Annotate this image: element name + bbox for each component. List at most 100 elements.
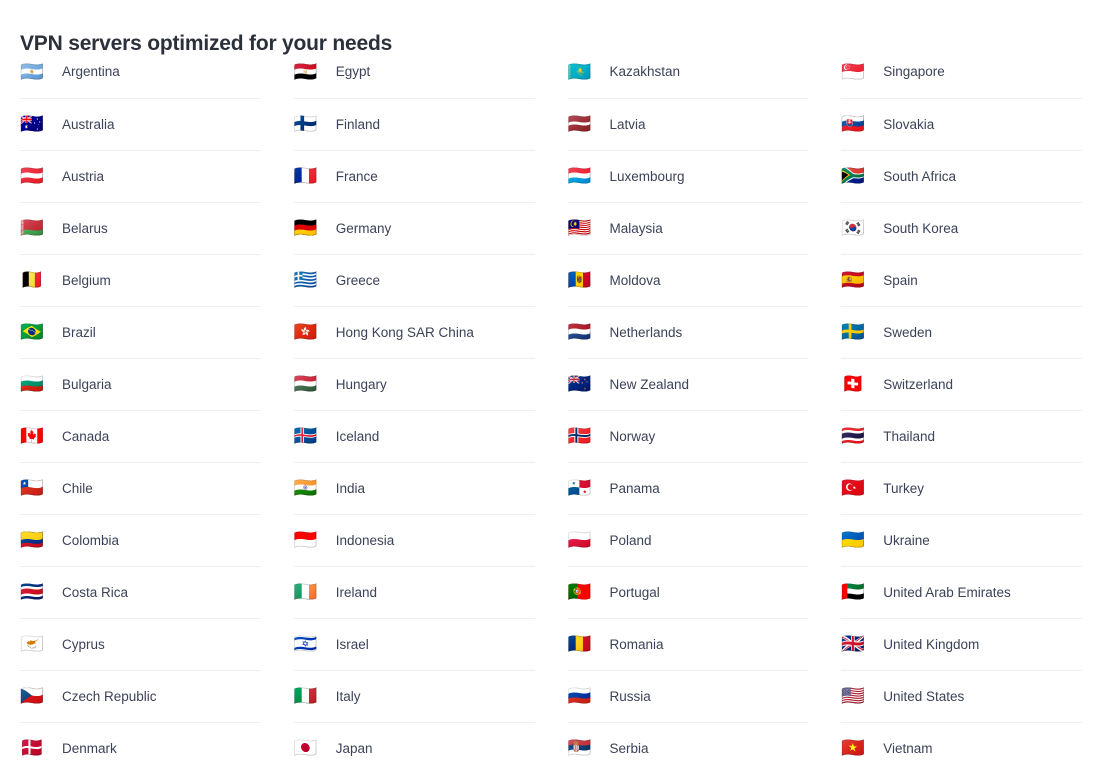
- server-location-row[interactable]: 🇲🇾 Malaysia: [567, 202, 809, 254]
- flag-austria-icon: 🇦🇹: [20, 165, 44, 187]
- server-location-row[interactable]: 🇺🇸 United States: [841, 670, 1082, 722]
- flag-slovakia-icon: 🇸🇰: [841, 113, 865, 135]
- flag-france-icon: 🇫🇷: [293, 165, 318, 187]
- server-location-row[interactable]: 🇯🇵 Japan: [293, 722, 535, 774]
- server-location-row[interactable]: 🇵🇦 Panama: [567, 462, 809, 514]
- server-location-row[interactable]: 🇮🇳 India: [293, 462, 535, 514]
- server-location-row[interactable]: 🇨🇴 Colombia: [20, 514, 261, 566]
- server-column: 🇪🇬 Egypt 🇫🇮 Finland 🇫🇷 France 🇩🇪 Germany 🇬🇷 Greec…: [274, 46, 548, 774]
- server-location-row[interactable]: 🇬🇧 United Kingdom: [841, 618, 1082, 670]
- flag-finland-icon: 🇫🇮: [293, 113, 318, 135]
- server-location-row[interactable]: 🇷🇸 Serbia: [567, 722, 809, 774]
- country-name-label: Cyprus: [62, 636, 105, 652]
- server-location-row[interactable]: 🇵🇱 Poland: [567, 514, 809, 566]
- server-location-row[interactable]: 🇫🇷 France: [293, 150, 535, 202]
- flag-israel-icon: 🇮🇱: [293, 633, 318, 655]
- country-name-label: United Kingdom: [883, 636, 980, 652]
- country-name-label: Czech Republic: [62, 688, 157, 704]
- flag-latvia-icon: 🇱🇻: [567, 113, 592, 135]
- country-name-label: Turkey: [883, 480, 925, 496]
- server-location-row[interactable]: 🇹🇷 Turkey: [841, 462, 1082, 514]
- server-location-row[interactable]: 🇷🇴 Romania: [567, 618, 809, 670]
- server-column: 🇸🇬 Singapore 🇸🇰 Slovakia 🇿🇦 South Africa 🇰🇷 Sou…: [821, 46, 1095, 774]
- server-location-row[interactable]: 🇭🇰 Hong Kong SAR China: [293, 306, 535, 358]
- server-location-row[interactable]: 🇰🇿 Kazakhstan: [568, 46, 809, 98]
- flag-greece-icon: 🇬🇷: [293, 269, 318, 291]
- server-location-row[interactable]: 🇹🇭 Thailand: [841, 410, 1082, 462]
- flag-switzerland-icon: 🇨🇭: [841, 373, 865, 395]
- flag-bulgaria-icon: 🇧🇬: [20, 373, 44, 395]
- server-location-row[interactable]: 🇭🇺 Hungary: [293, 358, 535, 410]
- server-location-row[interactable]: 🇨🇾 Cyprus: [20, 618, 261, 670]
- country-name-label: India: [335, 480, 366, 496]
- server-location-row[interactable]: 🇰🇷 South Korea: [841, 202, 1082, 254]
- flag-south-africa-icon: 🇿🇦: [841, 165, 865, 187]
- server-location-row[interactable]: 🇸🇰 Slovakia: [841, 98, 1082, 150]
- server-location-row[interactable]: 🇳🇿 New Zealand: [567, 358, 809, 410]
- flag-singapore-icon: 🇸🇬: [841, 60, 865, 83]
- server-location-row[interactable]: 🇨🇭 Switzerland: [841, 358, 1082, 410]
- server-column: 🇰🇿 Kazakhstan 🇱🇻 Latvia 🇱🇺 Luxembourg 🇲🇾 Malays…: [548, 46, 822, 774]
- server-location-row[interactable]: 🇧🇷 Brazil: [20, 306, 261, 358]
- country-name-label: United States: [883, 688, 965, 704]
- server-location-row[interactable]: 🇸🇪 Sweden: [841, 306, 1082, 358]
- flag-hungary-icon: 🇭🇺: [293, 373, 318, 395]
- country-name-label: Ukraine: [883, 532, 930, 548]
- flag-canada-icon: 🇨🇦: [20, 425, 44, 447]
- country-name-label: Belgium: [62, 272, 111, 288]
- server-location-row[interactable]: 🇳🇴 Norway: [567, 410, 809, 462]
- server-location-row[interactable]: 🇧🇾 Belarus: [20, 202, 261, 254]
- server-location-row[interactable]: 🇷🇺 Russia: [567, 670, 809, 722]
- flag-colombia-icon: 🇨🇴: [20, 529, 44, 551]
- server-location-row[interactable]: 🇨🇦 Canada: [20, 410, 261, 462]
- server-location-row[interactable]: 🇨🇷 Costa Rica: [20, 566, 261, 618]
- server-location-row[interactable]: 🇩🇪 Germany: [293, 202, 535, 254]
- flag-egypt-icon: 🇪🇬: [293, 60, 318, 83]
- flag-brazil-icon: 🇧🇷: [20, 321, 44, 343]
- server-location-row[interactable]: 🇬🇷 Greece: [293, 254, 535, 306]
- server-location-row[interactable]: 🇧🇪 Belgium: [20, 254, 261, 306]
- server-location-row[interactable]: 🇱🇺 Luxembourg: [567, 150, 809, 202]
- country-name-label: Sweden: [883, 324, 933, 340]
- country-name-label: Luxembourg: [609, 168, 685, 184]
- server-location-row[interactable]: 🇵🇹 Portugal: [567, 566, 809, 618]
- server-location-row[interactable]: 🇮🇪 Ireland: [293, 566, 535, 618]
- server-location-row[interactable]: 🇦🇪 United Arab Emirates: [841, 566, 1082, 618]
- server-location-row[interactable]: 🇿🇦 South Africa: [841, 150, 1082, 202]
- country-name-label: Latvia: [609, 116, 646, 132]
- server-location-row[interactable]: 🇮🇸 Iceland: [293, 410, 535, 462]
- flag-united-states-icon: 🇺🇸: [841, 685, 865, 707]
- server-location-row[interactable]: 🇨🇱 Chile: [20, 462, 261, 514]
- server-location-row[interactable]: 🇨🇿 Czech Republic: [20, 670, 261, 722]
- flag-argentina-icon: 🇦🇷: [20, 60, 44, 83]
- server-location-row[interactable]: 🇮🇱 Israel: [293, 618, 535, 670]
- country-name-label: Thailand: [883, 428, 936, 444]
- server-location-row[interactable]: 🇱🇻 Latvia: [567, 98, 809, 150]
- flag-serbia-icon: 🇷🇸: [567, 737, 592, 759]
- flag-hong-kong-icon: 🇭🇰: [293, 321, 318, 343]
- server-location-row[interactable]: 🇦🇷 Argentina: [20, 46, 261, 98]
- flag-moldova-icon: 🇲🇩: [567, 269, 592, 291]
- server-location-row[interactable]: 🇮🇩 Indonesia: [293, 514, 535, 566]
- server-location-row[interactable]: 🇧🇬 Bulgaria: [20, 358, 261, 410]
- server-location-row[interactable]: 🇪🇬 Egypt: [294, 46, 535, 98]
- server-location-row[interactable]: 🇺🇦 Ukraine: [841, 514, 1082, 566]
- server-location-row[interactable]: 🇩🇰 Denmark: [20, 722, 261, 774]
- country-name-label: Canada: [62, 428, 110, 444]
- server-location-row[interactable]: 🇮🇹 Italy: [293, 670, 535, 722]
- server-location-row[interactable]: 🇸🇬 Singapore: [841, 46, 1082, 98]
- server-location-row[interactable]: 🇳🇱 Netherlands: [567, 306, 809, 358]
- server-location-row[interactable]: 🇦🇺 Australia: [20, 98, 261, 150]
- server-location-row[interactable]: 🇦🇹 Austria: [20, 150, 261, 202]
- server-location-row[interactable]: 🇲🇩 Moldova: [567, 254, 809, 306]
- flag-malaysia-icon: 🇲🇾: [567, 217, 592, 239]
- country-name-label: Finland: [335, 116, 381, 132]
- server-location-row[interactable]: 🇻🇳 Vietnam: [841, 722, 1082, 774]
- country-name-label: South Korea: [883, 220, 959, 236]
- server-location-row[interactable]: 🇫🇮 Finland: [293, 98, 535, 150]
- flag-costa-rica-icon: 🇨🇷: [20, 581, 44, 603]
- flag-russia-icon: 🇷🇺: [567, 685, 592, 707]
- country-name-label: New Zealand: [609, 376, 690, 392]
- country-name-label: Germany: [335, 220, 392, 236]
- server-location-row[interactable]: 🇪🇸 Spain: [841, 254, 1082, 306]
